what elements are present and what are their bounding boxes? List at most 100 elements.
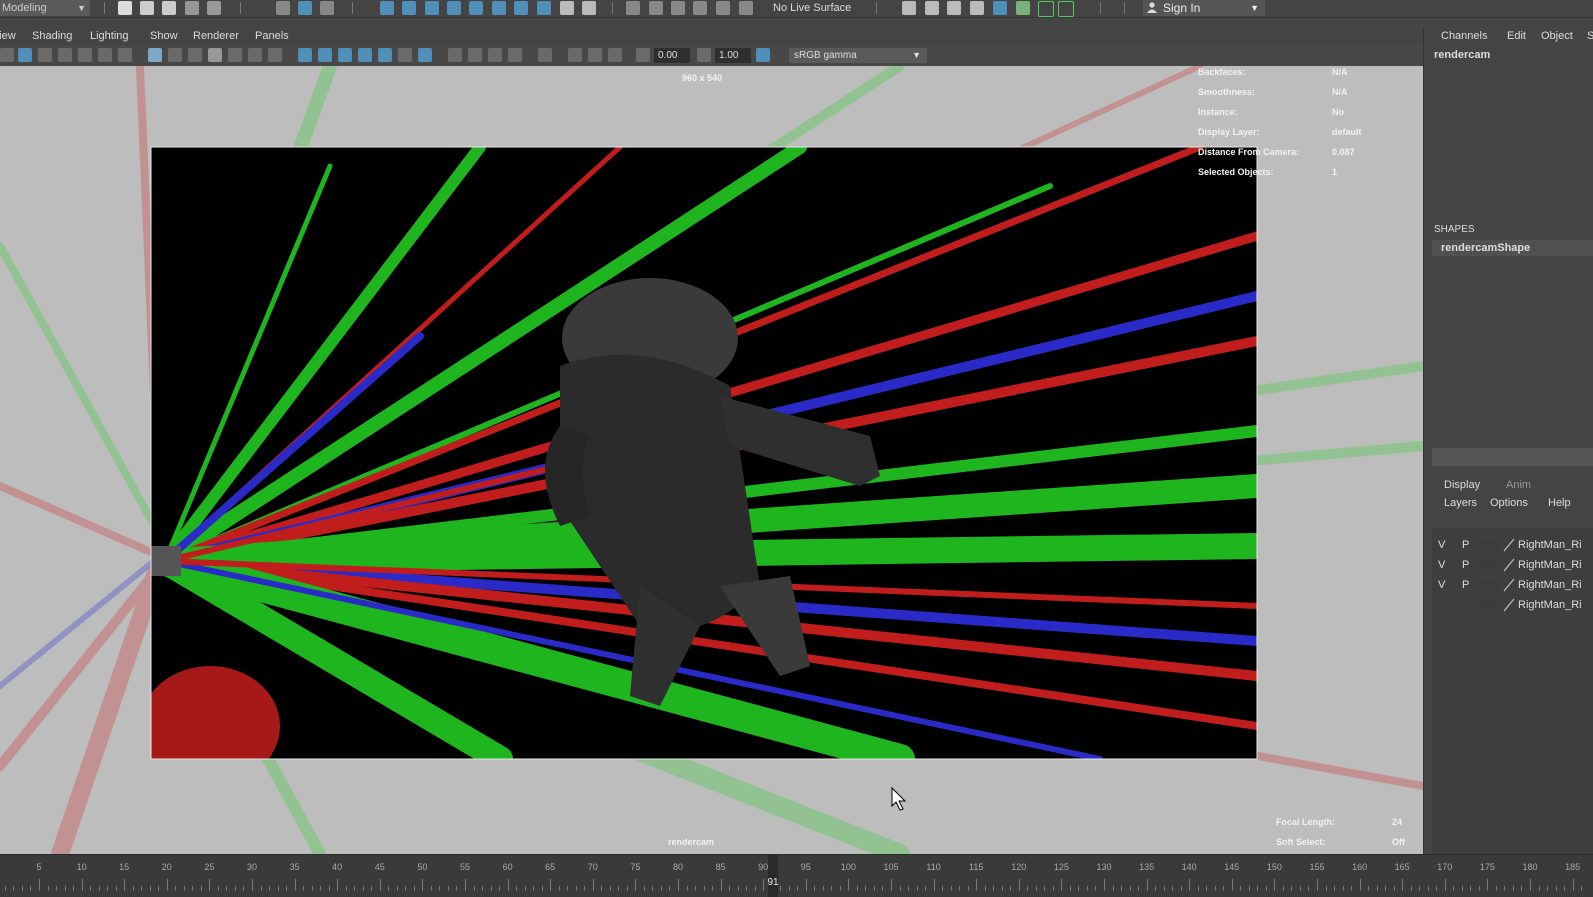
sign-in-button[interactable]: Sign In ▼ [1143,0,1265,16]
layer-name[interactable]: RightMan_Ri [1518,556,1582,574]
selection-mask-icon[interactable] [582,1,596,15]
snap-to-surface-icon[interactable] [469,1,483,15]
menu-lighting[interactable]: Lighting [90,28,129,44]
snap-to-view-icon[interactable] [447,1,461,15]
panel-divider[interactable] [1432,448,1593,466]
tab-anim[interactable]: Anim [1506,479,1531,491]
menu-edit[interactable]: Edit [1507,28,1526,44]
layer-row[interactable]: RightMan_Ri [1432,596,1593,614]
playback-toggle[interactable]: P [1462,556,1469,574]
camera-attributes-icon[interactable] [18,48,32,62]
make-live-icon[interactable] [739,1,753,15]
resolution-gate-icon[interactable] [188,48,202,62]
show-attribute-editor-icon[interactable] [1058,1,1074,17]
snap-curve-magnet-icon[interactable] [649,1,663,15]
gamma-icon[interactable] [697,48,711,62]
construction-history-icon[interactable] [514,1,528,15]
hypershade-icon[interactable] [993,1,1007,15]
ipr-render-icon[interactable] [947,1,961,15]
grease-pencil-icon[interactable] [98,48,112,62]
render-view-icon[interactable] [902,1,916,15]
layer-name[interactable]: RightMan_Ri [1518,596,1582,614]
open-scene-icon[interactable] [140,1,154,15]
menu-options[interactable]: Options [1490,497,1528,509]
film-gate-icon[interactable] [168,48,182,62]
layer-row[interactable]: V P RightMan_Ri [1432,576,1593,594]
image-plane-icon[interactable] [58,48,72,62]
menu-shading[interactable]: Shading [32,28,72,44]
menu-set-dropdown[interactable]: Modeling ▼ [0,0,90,16]
bookmarks-icon[interactable] [38,48,52,62]
snap-to-curve-icon[interactable] [402,1,416,15]
menu-help[interactable]: Help [1548,497,1571,509]
xray-icon[interactable] [538,48,552,62]
current-time-marker[interactable] [768,855,778,897]
tab-display[interactable]: Display [1444,479,1480,491]
layer-color-swatch[interactable] [1480,539,1498,551]
menu-panels[interactable]: Panels [255,28,289,44]
use-all-lights-icon[interactable] [378,48,392,62]
menu-show[interactable]: Show [150,28,178,44]
screen-space-ao-icon[interactable] [418,48,432,62]
visibility-toggle[interactable]: V [1438,556,1445,574]
new-scene-icon[interactable] [118,1,132,15]
shape-node-item[interactable]: rendercamShape [1432,240,1593,256]
select-camera-icon[interactable] [0,48,14,62]
layer-color-swatch[interactable] [1480,599,1498,611]
menu-layers[interactable]: Layers [1444,497,1477,509]
shadows-icon[interactable] [398,48,412,62]
select-by-object-icon[interactable] [298,1,312,15]
snap-magnet-icon[interactable] [626,1,640,15]
xray-components-icon[interactable] [588,48,602,62]
snap-surface-magnet-icon[interactable] [716,1,730,15]
render-frame-icon[interactable] [925,1,939,15]
lock-icon[interactable] [560,1,574,15]
layer-color-swatch[interactable] [1480,579,1498,591]
save-scene-icon[interactable] [162,1,176,15]
exposure-icon[interactable] [636,48,650,62]
snap-to-point-icon[interactable] [425,1,439,15]
layer-row[interactable]: V P RightMan_Ri [1432,556,1593,574]
time-slider[interactable]: 5 10 15 20 25 30 35 40 45 50 55 60 65 70 75 80 85 90 95 100… [0,854,1593,897]
menu-renderer[interactable]: Renderer [193,28,239,44]
snap-plane-magnet-icon[interactable] [693,1,707,15]
select-by-hierarchy-icon[interactable] [276,1,290,15]
snap-to-grid-icon[interactable] [380,1,394,15]
grid-view-icon[interactable] [118,48,132,62]
isolate-select-icon[interactable] [508,48,522,62]
gate-mask-icon[interactable] [208,48,222,62]
xray-joints-icon[interactable] [568,48,582,62]
textured-icon[interactable] [358,48,372,62]
view-transform-dropdown[interactable]: sRGB gamma ▼ [789,48,927,63]
input-ops-icon[interactable] [537,1,551,15]
menu-object[interactable]: Object [1541,28,1573,44]
color-management-icon[interactable] [756,48,770,62]
depth-of-field-icon[interactable] [488,48,502,62]
grid-icon[interactable] [148,48,162,62]
playback-toggle[interactable]: P [1462,536,1469,554]
field-chart-icon[interactable] [228,48,242,62]
gamma-field[interactable]: 1.00 [715,48,751,63]
snap-point-magnet-icon[interactable] [671,1,685,15]
snap-together-icon[interactable] [492,1,506,15]
two-d-pan-zoom-icon[interactable] [78,48,92,62]
undo-icon[interactable] [185,1,199,15]
redo-icon[interactable] [207,1,221,15]
node-name[interactable]: rendercam [1434,49,1490,61]
wireframe-on-shaded-icon[interactable] [338,48,352,62]
motion-blur-icon[interactable] [448,48,462,62]
render-setup-icon[interactable] [1016,1,1030,15]
menu-channels[interactable]: Channels [1441,28,1487,44]
safe-title-icon[interactable] [268,48,282,62]
show-modeling-toolkit-icon[interactable] [1038,1,1054,17]
exposure-field[interactable]: 0.00 [654,48,690,63]
layer-color-swatch[interactable] [1480,559,1498,571]
layer-name[interactable]: RightMan_Ri [1518,576,1582,594]
toggle-hud-icon[interactable] [608,48,622,62]
smooth-shade-icon[interactable] [318,48,332,62]
select-by-component-icon[interactable] [320,1,334,15]
playback-toggle[interactable]: P [1462,576,1469,594]
visibility-toggle[interactable]: V [1438,576,1445,594]
viewport[interactable]: 960 x 540 Backfaces: Smoothness: Instanc… [0,66,1423,854]
menu-more[interactable]: S [1587,28,1593,44]
